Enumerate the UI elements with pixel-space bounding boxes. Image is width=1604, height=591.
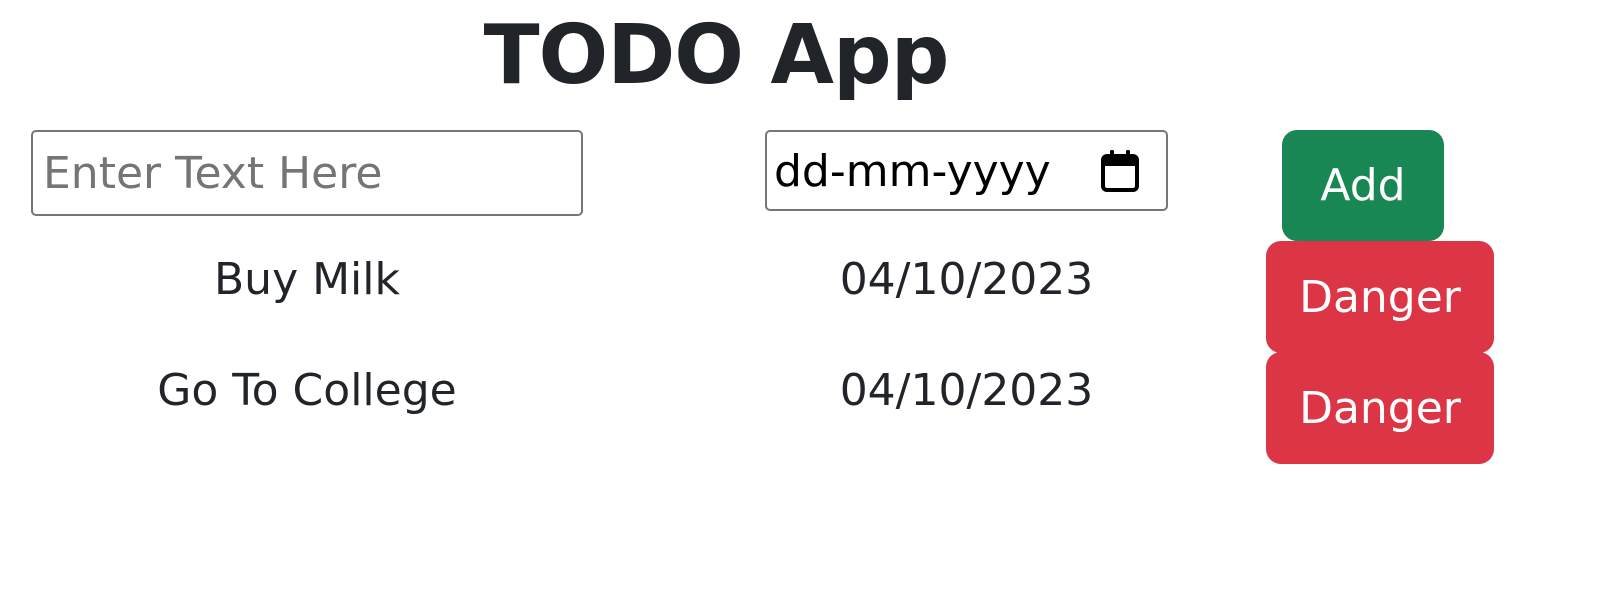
add-button[interactable]: Add bbox=[1282, 130, 1444, 241]
delete-todo-button[interactable]: Danger bbox=[1266, 241, 1494, 353]
delete-todo-button[interactable]: Danger bbox=[1266, 352, 1494, 464]
todo-item-date: 04/10/2023 bbox=[839, 365, 1094, 416]
page-title: TODO App bbox=[483, 8, 950, 103]
todo-item-name: Buy Milk bbox=[214, 254, 400, 305]
todo-text-input[interactable] bbox=[31, 130, 583, 216]
calendar-icon[interactable] bbox=[1100, 149, 1140, 193]
todo-date-input[interactable]: dd-mm-yyyy bbox=[765, 130, 1168, 211]
date-input-value: dd-mm-yyyy bbox=[774, 146, 1051, 197]
todo-item-date: 04/10/2023 bbox=[839, 254, 1094, 305]
todo-item-name: Go To College bbox=[157, 365, 457, 416]
